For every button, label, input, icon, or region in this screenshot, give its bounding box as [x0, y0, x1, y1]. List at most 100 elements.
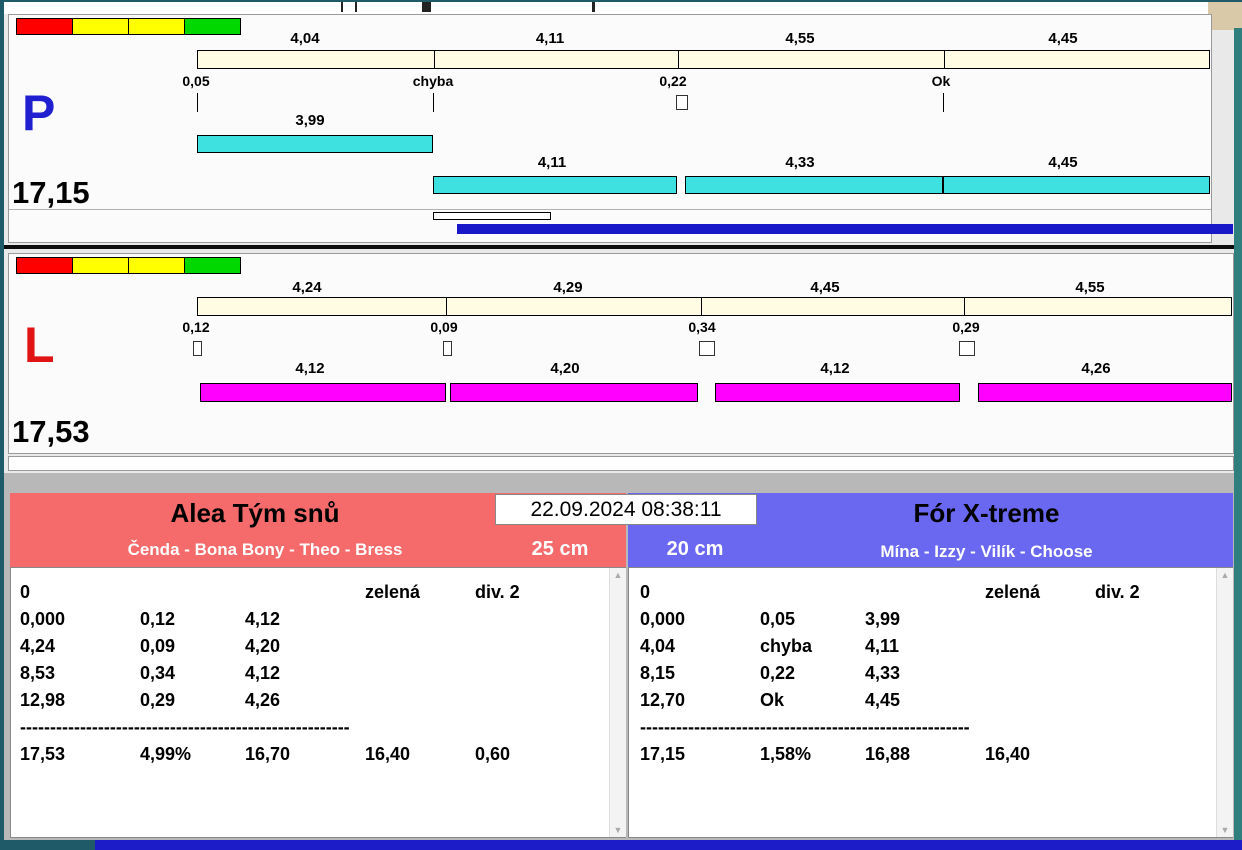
split-bar-divider [678, 51, 679, 68]
team-left-results-table: 0 zelená div. 2 0,000 0,12 4,12 4,24 0,09 4,20 8,… [20, 581, 600, 770]
lane-p-marker-3: 0,22 [659, 73, 687, 89]
table-cell [1095, 689, 1210, 716]
right-table-scrollbar[interactable]: ▲ ▼ [1216, 568, 1233, 837]
table-row: 12,98 0,29 4,26 [20, 689, 600, 716]
table-cell: 0,60 [475, 744, 511, 764]
table-cell [140, 716, 245, 743]
table-cell [985, 608, 1095, 635]
lane-l-split-bar [197, 297, 1232, 316]
lane-p-split-bar [197, 50, 1210, 69]
table-cell: 16,88 [865, 744, 911, 764]
window-corner-decoration [1208, 0, 1242, 30]
table-cell: 4,99% [140, 744, 192, 764]
lane-l-checkbox-3 [699, 341, 715, 356]
lane-l-indicator-yellow-2 [128, 257, 185, 274]
lane-l-leg-label-3: 4,12 [820, 360, 850, 377]
table-row: ----------------------------------------… [640, 716, 1210, 743]
table-cell: 12,98 [20, 690, 66, 710]
scroll-down-icon[interactable]: ▼ [610, 825, 626, 835]
table-cell: Ok [760, 690, 785, 710]
lane-l-marker-3: 0,34 [688, 319, 716, 335]
table-cell: div. 2 [1095, 582, 1140, 602]
table-cell [985, 662, 1095, 689]
window-artifact [341, 2, 343, 12]
lane-p-tick-1 [197, 93, 198, 112]
team-left-members: Čenda - Bona Bony - Theo - Bress [127, 540, 403, 559]
team-left-name: Alea Tým snů [170, 498, 340, 528]
table-cell: chyba [760, 636, 813, 656]
table-row: 4,04 chyba 4,11 [640, 635, 1210, 662]
table-cell [985, 635, 1095, 662]
table-row: 0,000 0,12 4,12 [20, 608, 600, 635]
team-left-handicap: 25 cm [531, 538, 589, 560]
lane-p-marker-1: 0,05 [182, 73, 210, 89]
team-right-results-table: 0 zelená div. 2 0,000 0,05 3,99 4,04 chyba 4,11 8… [640, 581, 1210, 770]
lane-p-split-label-4: 4,45 [1048, 30, 1078, 47]
table-cell: 8,53 [20, 663, 56, 683]
table-cell: 17,53 [20, 744, 66, 764]
scroll-up-icon[interactable]: ▲ [610, 570, 626, 580]
lane-l-marker-1: 0,12 [182, 319, 210, 335]
table-cell: 4,12 [245, 663, 281, 683]
table-cell: 3,99 [865, 609, 901, 629]
lane-p-leg-label-2: 4,33 [785, 154, 815, 171]
table-cell [365, 662, 475, 689]
table-row: 8,53 0,34 4,12 [20, 662, 600, 689]
lane-l-label: L [24, 317, 55, 373]
left-table-scrollbar[interactable]: ▲ ▼ [609, 568, 626, 837]
table-cell: 17,15 [640, 744, 686, 764]
lane-p-leg-bar-1 [433, 176, 677, 194]
table-cell [365, 635, 475, 662]
table-row: 0 zelená div. 2 [640, 581, 1210, 608]
table-cell [1095, 608, 1210, 635]
table-cell [365, 608, 475, 635]
lane-p-white-bar [433, 212, 551, 220]
scroll-down-icon[interactable]: ▼ [1217, 825, 1233, 835]
team-right-members: Mína - Izzy - Vilík - Choose [880, 542, 1093, 561]
lane-l-leg-label-2: 4,20 [550, 360, 580, 377]
table-cell [245, 716, 365, 743]
lane-p-first-leg-bar [197, 135, 433, 153]
lane-p-indicator-yellow-1 [72, 18, 129, 35]
table-row: ----------------------------------------… [20, 716, 600, 743]
window-right-border [1234, 28, 1242, 840]
lane-p-leg-bar-2 [685, 176, 943, 194]
table-row: 4,24 0,09 4,20 [20, 635, 600, 662]
lane-p-progress-bar [457, 224, 1233, 234]
lane-l-split-label-3: 4,45 [810, 279, 840, 296]
lane-p-indicator-yellow-2 [128, 18, 185, 35]
table-cell: 8,15 [640, 663, 676, 683]
table-cell: 16,40 [365, 744, 411, 764]
lane-l-indicator-red [16, 257, 73, 274]
table-cell [1095, 716, 1210, 743]
scroll-up-icon[interactable]: ▲ [1217, 570, 1233, 580]
table-cell [760, 716, 865, 743]
table-cell [140, 581, 245, 608]
table-cell: 4,04 [640, 636, 676, 656]
table-cell [365, 689, 475, 716]
table-cell [985, 716, 1095, 743]
status-strip [8, 456, 1234, 471]
lane-l-total-time: 17,53 [12, 414, 90, 449]
lane-divider [4, 245, 1234, 249]
table-row: 0 zelená div. 2 [20, 581, 600, 608]
lane-p-tick-2 [433, 93, 434, 112]
timestamp-display: 22.09.2024 08:38:11 [495, 494, 757, 525]
lane-l-split-label-4: 4,55 [1075, 279, 1105, 296]
lane-p-leg-label-1: 4,11 [537, 154, 567, 171]
table-cell [865, 581, 985, 608]
table-cell: 0,09 [140, 636, 176, 656]
lane-p-indicator-green [184, 18, 241, 35]
lane-l-marker-4: 0,29 [952, 319, 980, 335]
table-cell: 0,29 [140, 690, 176, 710]
lane-l-split-label-1: 4,24 [292, 279, 322, 296]
lane-l-leg-bar-3 [715, 383, 960, 402]
window-artifact [422, 2, 431, 12]
table-cell [1095, 635, 1210, 662]
table-row: 0,000 0,05 3,99 [640, 608, 1210, 635]
lane-l-leg-label-4: 4,26 [1081, 360, 1111, 377]
table-cell: 4,26 [245, 690, 281, 710]
table-cell: 4,45 [865, 690, 901, 710]
lane-l-marker-2: 0,09 [430, 319, 458, 335]
window-artifact [592, 2, 595, 12]
